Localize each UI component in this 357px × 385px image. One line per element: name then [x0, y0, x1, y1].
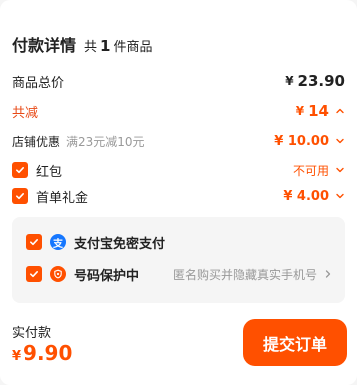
red-packet-row[interactable]: 红包 不可用 — [12, 159, 345, 181]
red-packet-value: 不可用 — [293, 162, 345, 179]
first-order-gift-label-wrap: 首单礼金 — [12, 187, 88, 206]
checkmark-icon — [30, 239, 38, 246]
shop-discount-row[interactable]: 店铺优惠 满23元减10元 ¥ 10.00 — [12, 130, 345, 152]
checkmark-icon — [30, 271, 38, 278]
shop-discount-label-wrap: 店铺优惠 满23元减10元 — [12, 133, 145, 150]
alipay-icon: 支 — [50, 234, 66, 250]
goods-total-value: ¥ 23.90 — [285, 72, 345, 90]
currency-symbol: ¥ — [285, 74, 294, 88]
number-protection-checkbox[interactable] — [26, 266, 42, 282]
shop-discount-rule: 满23元减10元 — [66, 134, 145, 149]
alipay-password-free-label: 支付宝免密支付 — [74, 236, 166, 252]
actual-payment-price: ¥ 9.90 — [12, 341, 72, 365]
payment-details-card: 付款详情 共 1 件商品 商品总价 ¥ 23.90 共减 ¥ 14 店铺优惠 满… — [0, 0, 357, 385]
goods-total-label: 商品总价 — [12, 75, 65, 91]
actual-payment-label: 实付款 — [12, 326, 52, 341]
number-protection-label: 号码保护中 — [74, 268, 140, 284]
first-order-gift-checkbox[interactable] — [12, 188, 28, 204]
checkmark-icon — [16, 167, 24, 174]
number-protection-desc: 匿名购买并隐藏真实手机号 — [172, 267, 317, 282]
page-title: 付款详情 — [12, 36, 77, 55]
currency-symbol: ¥ — [295, 104, 305, 118]
checkmark-icon — [16, 193, 24, 200]
chevron-right-icon — [323, 269, 333, 279]
payment-header: 付款详情 共 1 件商品 — [12, 32, 152, 56]
total-discount-amount: 14 — [308, 102, 329, 120]
first-order-gift-value: ¥ 4.00 — [283, 189, 345, 204]
goods-total-amount: 23.90 — [297, 72, 345, 90]
red-packet-status: 不可用 — [292, 163, 329, 178]
shop-discount-amount: ¥ 10.00 — [274, 133, 329, 149]
red-packet-label: 红包 — [36, 164, 63, 180]
total-discount-label: 共减 — [12, 105, 39, 121]
chevron-down-icon[interactable] — [335, 136, 345, 146]
submit-order-button[interactable]: 提交订单 — [243, 319, 347, 366]
red-packet-label-wrap: 红包 — [12, 161, 62, 180]
first-order-gift-label: 首单礼金 — [36, 190, 89, 206]
shield-icon — [50, 266, 66, 282]
number-protection-row[interactable]: 号码保护中 匿名购买并隐藏真实手机号 — [26, 263, 333, 285]
first-order-gift-amount: ¥ 4.00 — [283, 188, 329, 204]
item-count: 共 1 件商品 — [84, 36, 152, 55]
alipay-password-free-checkbox[interactable] — [26, 234, 42, 250]
currency-symbol: ¥ — [12, 349, 22, 364]
total-discount-row[interactable]: 共减 ¥ 14 — [12, 100, 345, 122]
shop-discount-value: ¥ 10.00 — [274, 134, 345, 149]
chevron-down-icon[interactable] — [335, 165, 345, 175]
number-protection-desc-wrap[interactable]: 匿名购买并隐藏真实手机号 — [173, 266, 333, 283]
shop-discount-label: 店铺优惠 — [12, 134, 61, 149]
first-order-gift-row[interactable]: 首单礼金 ¥ 4.00 — [12, 185, 345, 207]
chevron-up-icon[interactable] — [335, 106, 345, 116]
red-packet-checkbox[interactable] — [12, 162, 28, 178]
alipay-password-free-row[interactable]: 支 支付宝免密支付 — [26, 231, 333, 253]
actual-payment-amount: 9.90 — [23, 341, 73, 365]
service-options-box: 支 支付宝免密支付 号码保护中 匿名购买并隐藏真实手机号 — [12, 217, 345, 303]
goods-total-row: 商品总价 ¥ 23.90 — [12, 70, 345, 92]
item-count-number: 1 — [100, 37, 111, 55]
item-count-suffix: 件商品 — [113, 40, 153, 55]
total-discount-value: ¥ 14 — [296, 102, 345, 120]
item-count-prefix: 共 — [84, 40, 98, 55]
chevron-down-icon[interactable] — [335, 191, 345, 201]
